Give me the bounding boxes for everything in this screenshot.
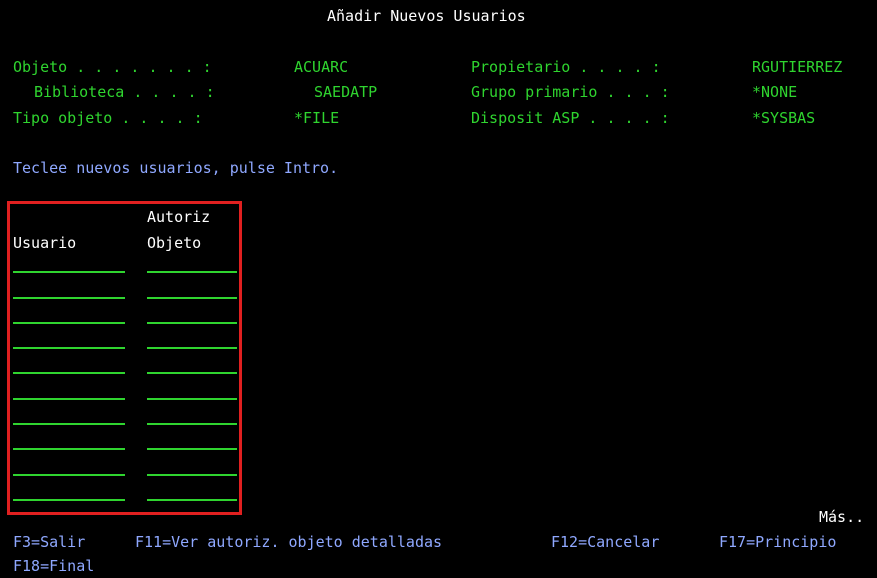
tipo-objeto-label: Tipo objeto . . . . : — [13, 109, 203, 127]
f3-exit-key[interactable]: F3=Salir — [13, 532, 85, 552]
disposit-asp-value: *SYSBAS — [752, 109, 816, 127]
f11-detailed-authority-key[interactable]: F11=Ver autoriz. objeto detalladas — [135, 532, 442, 552]
tipo-objeto-value: *FILE — [294, 109, 340, 127]
objeto-value: ACUARC — [294, 58, 349, 76]
screen-title: Añadir Nuevos Usuarios — [327, 7, 526, 25]
highlight-box — [7, 201, 242, 515]
grupo-primario-label: Grupo primario . . . : — [471, 83, 670, 101]
biblioteca-label: Biblioteca . . . . : — [34, 83, 215, 101]
f17-top-key[interactable]: F17=Principio — [719, 532, 836, 552]
f18-bottom-key[interactable]: F18=Final — [13, 556, 94, 576]
grupo-primario-value: *NONE — [752, 83, 798, 101]
more-indicator: Más.. — [819, 508, 865, 526]
disposit-asp-label: Disposit ASP . . . . : — [471, 109, 670, 127]
propietario-value: RGUTIERREZ — [752, 58, 843, 76]
instruction-text: Teclee nuevos usuarios, pulse Intro. — [13, 159, 339, 177]
f12-cancel-key[interactable]: F12=Cancelar — [551, 532, 659, 552]
biblioteca-value: SAEDATP — [314, 83, 378, 101]
propietario-label: Propietario . . . . : — [471, 58, 661, 76]
objeto-label: Objeto . . . . . . . : — [13, 58, 212, 76]
